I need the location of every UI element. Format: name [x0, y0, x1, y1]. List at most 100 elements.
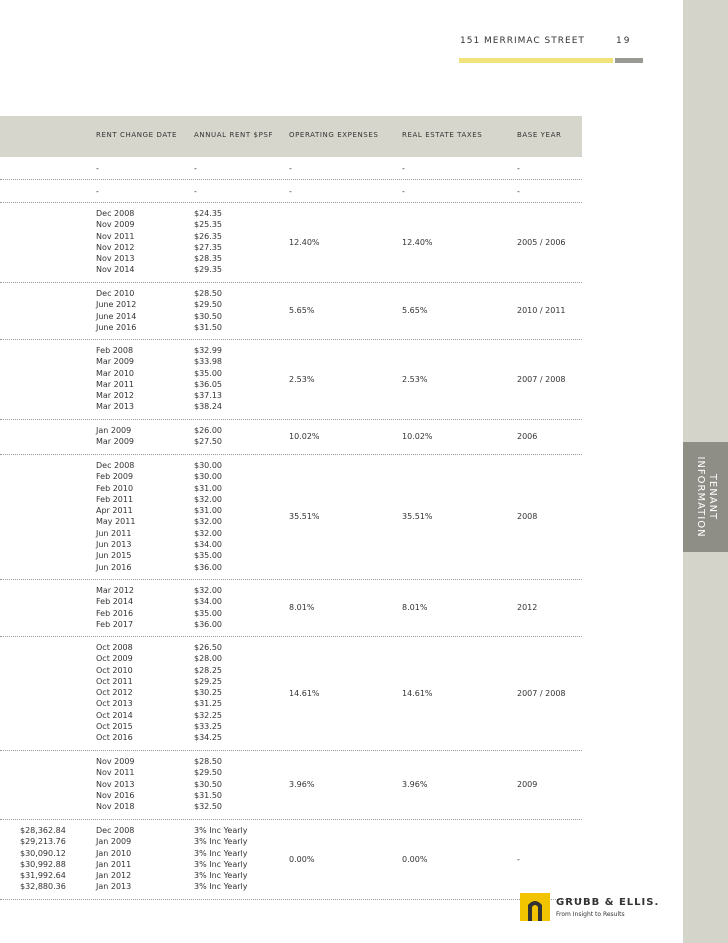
annual-rent-psf-cell-line: $32.00 — [194, 528, 222, 538]
operating-expenses-cell: 3.96% — [289, 780, 315, 789]
base-year-cell: - — [517, 164, 520, 173]
annual-rent-psf-cell-line: $29.35 — [194, 265, 222, 275]
annual-rent-psf-cell-line: $29.50 — [194, 768, 222, 778]
rent-change-date-cell-line: Oct 2014 — [96, 710, 133, 720]
rent-change-date-cell: Dec 2010 June 2012 June 2014 June 2016 — [96, 288, 136, 333]
annual-rent-psf-cell-line: $35.00 — [194, 551, 222, 561]
base-year-cell: 2007 / 2008 — [517, 375, 566, 384]
annual-rent-psf-cell-line: $32.00 — [194, 586, 222, 595]
rent-change-date-cell: Mar 2012 Feb 2014 Feb 2016 Feb 2017 — [96, 585, 134, 630]
rent-change-date-cell: Jan 2009 Mar 2009 — [96, 425, 134, 448]
rent-change-date-cell-line: Feb 2016 — [96, 608, 134, 618]
annual-rent-psf-cell-line: $27.35 — [194, 242, 222, 252]
company-logo: GRUBB & ELLIS. From Insight to Results — [520, 893, 680, 923]
rent-change-date-cell-line: Nov 2009 — [96, 757, 135, 766]
rent-change-date-cell-line: Nov 2016 — [96, 790, 135, 800]
rent-change-date-cell-line: Nov 2009 — [96, 220, 135, 230]
rent-change-date-cell-line: Oct 2011 — [96, 676, 133, 686]
column-header-operating-expenses: OPERATING EXPENSES — [289, 131, 379, 139]
annual-rent-psf-cell-line: $27.50 — [194, 437, 222, 447]
rent-change-date-cell-line: May 2011 — [96, 517, 136, 527]
real-estate-taxes-cell: 0.00% — [402, 855, 428, 864]
real-estate-taxes-cell: 3.96% — [402, 780, 428, 789]
column-header-rent-change-date: RENT CHANGE DATE — [96, 131, 178, 139]
rent-change-date-cell-line: Dec 2008 — [96, 461, 135, 470]
rent-change-date-cell-line: Jan 2012 — [96, 871, 132, 881]
rent-change-date-cell-line: Feb 2014 — [96, 597, 134, 607]
annual-rent-psf-cell-line: $32.99 — [194, 346, 222, 355]
rent-change-date-cell-line: Mar 2013 — [96, 402, 134, 412]
rent-change-date-cell-line: - — [96, 187, 99, 196]
rent-change-date-cell-line: Nov 2013 — [96, 254, 135, 264]
rent-change-date-cell-line: Dec 2008 — [96, 209, 135, 218]
annual-rent-psf-cell-line: 3% Inc Yearly — [194, 882, 248, 892]
base-year-cell: 2006 — [517, 432, 538, 441]
rent-change-date-cell-line: Dec 2008 — [96, 826, 135, 835]
annual-rent-amount-cell: $28,362.84 $29,213.76 $30,090.12 $30,992.88… — [20, 825, 66, 893]
annual-rent-amount-cell-line: $31,992.64 — [20, 871, 66, 881]
column-header-real-estate-taxes: REAL ESTATE TAXES — [402, 131, 483, 139]
operating-expenses-cell: 10.02% — [289, 432, 320, 441]
rent-change-date-cell-line: Jan 2010 — [96, 848, 132, 858]
rent-change-date-cell-line: Nov 2013 — [96, 779, 135, 789]
annual-rent-psf-cell: $28.50 $29.50 $30.50 $31.50 — [194, 288, 222, 333]
annual-rent-psf-cell: $26.00 $27.50 — [194, 425, 222, 448]
rent-change-date-cell-line: Feb 2008 — [96, 346, 134, 355]
rent-change-date-cell-line: Jun 2016 — [96, 562, 132, 572]
annual-rent-psf-cell-line: $30.50 — [194, 779, 222, 789]
rent-change-date-cell-line: Mar 2009 — [96, 437, 134, 447]
table-row: Dec 2008 Feb 2009 Feb 2010 Feb 2011 Apr 2011… — [0, 455, 582, 580]
annual-rent-psf-cell-line: $34.00 — [194, 597, 222, 607]
annual-rent-psf-cell-line: $29.50 — [194, 300, 222, 310]
rent-change-date-cell-line: June 2012 — [96, 300, 137, 310]
base-year-cell: 2012 — [517, 603, 538, 612]
annual-rent-psf-cell-line: $38.24 — [194, 402, 222, 412]
annual-rent-psf-cell-line: 3% Inc Yearly — [194, 837, 248, 847]
operating-expenses-cell: 2.53% — [289, 375, 315, 384]
section-tab-label: TENANT INFORMATION — [694, 456, 718, 537]
annual-rent-psf-cell-line: $30.25 — [194, 688, 222, 698]
rent-change-date-cell-line: Nov 2018 — [96, 802, 135, 812]
rent-change-date-cell-line: Nov 2014 — [96, 265, 135, 275]
rent-change-date-cell-line: Jan 2013 — [96, 882, 132, 892]
operating-expenses-cell: 8.01% — [289, 603, 315, 612]
table-header: RENT CHANGE DATE ANNUAL RENT $PSF OPERAT… — [0, 116, 582, 157]
annual-rent-psf-cell-line: 3% Inc Yearly — [194, 859, 248, 869]
annual-rent-psf-cell-line: $36.00 — [194, 562, 222, 572]
annual-rent-psf-cell: $24.35 $25.35 $26.35 $27.35 $28.35 $29.35 — [194, 208, 222, 276]
rent-change-date-cell-line: Oct 2012 — [96, 688, 133, 698]
rent-change-date-cell-line: Oct 2015 — [96, 722, 133, 732]
rent-change-date-cell-line: Feb 2017 — [96, 619, 134, 629]
column-header-base-year: BASE YEAR — [517, 131, 562, 139]
annual-rent-psf-cell-line: $26.35 — [194, 231, 222, 241]
rent-change-date-cell-line: Mar 2012 — [96, 391, 134, 401]
rent-change-date-cell-line: Nov 2012 — [96, 242, 135, 252]
annual-rent-psf-cell: $32.99 $33.98 $35.00 $36.05 $37.13 $38.24 — [194, 345, 222, 413]
rent-change-date-cell: Nov 2009 Nov 2011 Nov 2013 Nov 2016 Nov 2018 — [96, 756, 135, 812]
rent-change-date-cell: - — [96, 163, 99, 174]
table-row: ----- — [0, 157, 582, 180]
rent-change-date-cell-line: Oct 2008 — [96, 643, 133, 652]
rent-change-date-cell-line: Jan 2011 — [96, 859, 132, 869]
annual-rent-psf-cell-line: - — [194, 164, 197, 173]
rent-change-date-cell: Oct 2008 Oct 2009 Oct 2010 Oct 2011 Oct 2012… — [96, 642, 133, 744]
rent-change-date-cell-line: Oct 2010 — [96, 665, 133, 675]
annual-rent-psf-cell: $28.50 $29.50 $30.50 $31.50 $32.50 — [194, 756, 222, 812]
annual-rent-psf-cell: - — [194, 186, 197, 197]
real-estate-taxes-cell: 12.40% — [402, 238, 433, 247]
annual-rent-psf-cell-line: $31.00 — [194, 483, 222, 493]
page-number: 19 — [616, 36, 632, 46]
annual-rent-psf-cell-line: $32.50 — [194, 802, 222, 812]
annual-rent-psf-cell-line: $36.00 — [194, 619, 222, 629]
page-header-title: 151 MERRIMAC STREET — [460, 36, 585, 46]
annual-rent-psf-cell: $30.00 $30.00 $31.00 $32.00 $31.00 $32.00 $32.… — [194, 460, 222, 573]
annual-rent-psf-cell: $26.50 $28.00 $28.25 $29.25 $30.25 $31.25 $32.… — [194, 642, 222, 744]
annual-rent-psf-cell-line: $37.13 — [194, 391, 222, 401]
section-tab-line-1: TENANT — [706, 473, 718, 521]
base-year-cell: 2008 — [517, 512, 538, 521]
rent-change-date-cell: - — [96, 186, 99, 197]
rent-change-date-cell-line: Jan 2009 — [96, 837, 132, 847]
table-row: Jan 2009 Mar 2009 $26.00 $27.50 10.02% 10.02%… — [0, 420, 582, 455]
column-header-annual-rent: ANNUAL RENT $PSF — [194, 131, 274, 139]
annual-rent-psf-cell-line: $28.25 — [194, 665, 222, 675]
